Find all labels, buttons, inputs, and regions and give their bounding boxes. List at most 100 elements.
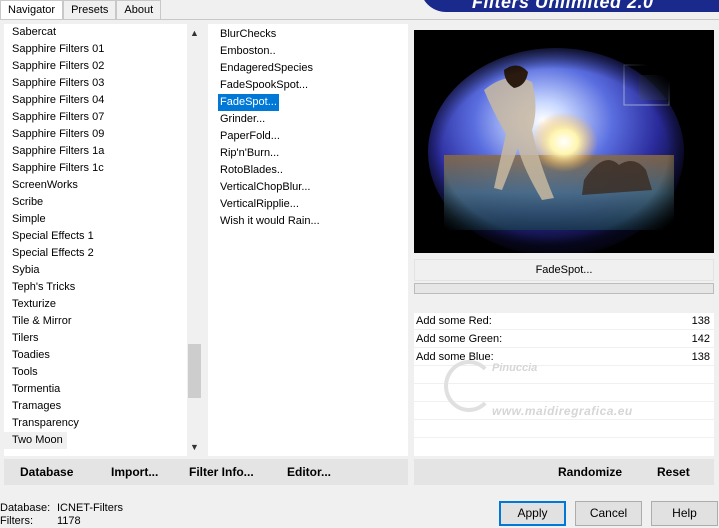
tab-divider bbox=[0, 19, 719, 20]
category-label: Texturize bbox=[12, 298, 57, 310]
filter-list-item[interactable]: EndageredSpecies bbox=[218, 60, 315, 77]
category-list-item[interactable]: Tools bbox=[4, 364, 185, 381]
category-label: Toadies bbox=[12, 349, 50, 361]
category-list-item[interactable]: Sapphire Filters 01 bbox=[4, 41, 185, 58]
help-button[interactable]: Help bbox=[651, 501, 718, 526]
category-list-item[interactable]: Sybia bbox=[4, 262, 185, 279]
cancel-button[interactable]: Cancel bbox=[575, 501, 642, 526]
category-label: Sapphire Filters 02 bbox=[12, 60, 105, 72]
filter-list-item[interactable]: RotoBlades.. bbox=[218, 162, 285, 179]
category-list-item[interactable]: ScreenWorks bbox=[4, 177, 185, 194]
app-banner: Filters Unlimited 2.0 bbox=[412, 0, 719, 12]
filter-list-item[interactable]: BlurChecks bbox=[218, 26, 278, 43]
category-list-item[interactable]: Sapphire Filters 1a bbox=[4, 143, 185, 160]
tab-presets[interactable]: Presets bbox=[63, 0, 117, 19]
import-button[interactable]: Import... bbox=[111, 465, 158, 479]
control-label-red: Add some Red: bbox=[416, 315, 492, 327]
category-list-item[interactable]: Simple bbox=[4, 211, 185, 228]
filter-list-panel: BlurChecks Emboston.. EndageredSpecies Fade… bbox=[208, 24, 408, 456]
filter-list-item[interactable]: Emboston.. bbox=[218, 43, 278, 60]
editor-button[interactable]: Editor... bbox=[287, 465, 331, 479]
filter-list-item[interactable]: VerticalRipplie... bbox=[218, 196, 301, 213]
category-list-item[interactable]: Sapphire Filters 02 bbox=[4, 58, 185, 75]
category-label: Sapphire Filters 03 bbox=[12, 77, 105, 89]
category-label: Sybia bbox=[12, 264, 40, 276]
app-title: Filters Unlimited 2.0 bbox=[472, 0, 654, 12]
filter-list-item[interactable]: Grinder... bbox=[218, 111, 267, 128]
control-value-blue[interactable]: 138 bbox=[692, 351, 710, 363]
filter-list-item-selected[interactable]: FadeSpot... bbox=[218, 94, 279, 111]
category-label: Sapphire Filters 04 bbox=[12, 94, 105, 106]
category-label: Sapphire Filters 07 bbox=[12, 111, 105, 123]
progress-bar bbox=[414, 283, 714, 294]
filter-list-item[interactable]: PaperFold... bbox=[218, 128, 282, 145]
filter-list-item[interactable]: Wish it would Rain... bbox=[218, 213, 322, 230]
database-label: Database: bbox=[0, 502, 51, 514]
category-list-item[interactable]: Sapphire Filters 03 bbox=[4, 75, 185, 92]
database-button[interactable]: Database bbox=[20, 465, 73, 479]
category-list-panel: Sabercat Sapphire Filters 01 Sapphire Filt… bbox=[4, 24, 202, 456]
category-list-item[interactable]: Sapphire Filters 1c bbox=[4, 160, 185, 177]
control-row-empty bbox=[414, 421, 714, 438]
filter-list-item[interactable]: FadeSpookSpot... bbox=[218, 77, 310, 94]
control-row-green[interactable]: Add some Green: 142 bbox=[414, 331, 714, 348]
category-list-item[interactable]: Sapphire Filters 09 bbox=[4, 126, 185, 143]
category-list-item[interactable]: Scribe bbox=[4, 194, 185, 211]
category-list-item[interactable]: Toadies bbox=[4, 347, 185, 364]
tab-navigator[interactable]: Navigator bbox=[0, 0, 64, 20]
tab-strip: Navigator Presets About bbox=[0, 0, 162, 20]
watermark-swirl-icon bbox=[444, 360, 494, 412]
apply-button[interactable]: Apply bbox=[499, 501, 566, 526]
preview-image bbox=[414, 30, 714, 253]
randomize-button[interactable]: Randomize bbox=[558, 465, 622, 479]
category-list-item[interactable]: Sapphire Filters 07 bbox=[4, 109, 185, 126]
reset-button[interactable]: Reset bbox=[657, 465, 690, 479]
category-list-item[interactable]: Texturize bbox=[4, 296, 185, 313]
filters-count-label: Filters: bbox=[0, 515, 33, 527]
category-label: Simple bbox=[12, 213, 46, 225]
category-scrollbar[interactable]: ▲ ▼ bbox=[187, 24, 202, 456]
filter-info-button[interactable]: Filter Info... bbox=[189, 465, 254, 479]
preview-artwork bbox=[414, 30, 714, 253]
category-list-item[interactable]: Tile & Mirror bbox=[4, 313, 185, 330]
category-label: Sapphire Filters 09 bbox=[12, 128, 105, 140]
filter-name-display: FadeSpot... bbox=[414, 259, 714, 281]
tab-about[interactable]: About bbox=[116, 0, 162, 19]
category-label: Special Effects 1 bbox=[12, 230, 94, 242]
filter-list-item[interactable]: VerticalChopBlur... bbox=[218, 179, 313, 196]
filters-count-value: 1178 bbox=[57, 515, 81, 527]
category-label: Special Effects 2 bbox=[12, 247, 94, 259]
category-list: Sabercat Sapphire Filters 01 Sapphire Filt… bbox=[4, 24, 185, 449]
category-list-item[interactable]: Special Effects 2 bbox=[4, 245, 185, 262]
category-list-item[interactable]: Tramages bbox=[4, 398, 185, 415]
scrollbar-thumb[interactable] bbox=[188, 344, 201, 398]
watermark-name: Pinuccia bbox=[492, 362, 538, 374]
watermark-site: www.maidiregrafica.eu bbox=[492, 404, 633, 418]
category-label: Sapphire Filters 01 bbox=[12, 43, 105, 55]
category-label: ScreenWorks bbox=[12, 179, 78, 191]
category-list-item[interactable]: Transparency bbox=[4, 415, 185, 432]
filter-list-item[interactable]: Rip'n'Burn... bbox=[218, 145, 281, 162]
category-list-item[interactable]: Teph's Tricks bbox=[4, 279, 185, 296]
category-list-item[interactable]: Two Moon bbox=[4, 432, 185, 449]
category-label: Tramages bbox=[12, 400, 62, 412]
category-label: Transparency bbox=[12, 417, 79, 429]
database-value: ICNET-Filters bbox=[57, 502, 123, 514]
category-list-item[interactable]: Sabercat bbox=[4, 24, 185, 41]
control-row-red[interactable]: Add some Red: 138 bbox=[414, 313, 714, 330]
category-list-item[interactable]: Tilers bbox=[4, 330, 185, 347]
category-label: Tools bbox=[12, 366, 38, 378]
category-label: Tilers bbox=[12, 332, 39, 344]
category-list-item[interactable]: Sapphire Filters 04 bbox=[4, 92, 185, 109]
control-label-green: Add some Green: bbox=[416, 333, 503, 345]
watermark: Pinuccia www.maidiregrafica.eu bbox=[440, 360, 660, 420]
scroll-up-arrow-icon[interactable]: ▲ bbox=[187, 26, 202, 41]
category-list-item[interactable]: Special Effects 1 bbox=[4, 228, 185, 245]
control-value-red[interactable]: 138 bbox=[692, 315, 710, 327]
control-value-green[interactable]: 142 bbox=[692, 333, 710, 345]
category-label: Tile & Mirror bbox=[12, 315, 72, 327]
category-label: Two Moon bbox=[4, 432, 67, 449]
category-list-item[interactable]: Tormentia bbox=[4, 381, 185, 398]
category-label: Sabercat bbox=[12, 26, 57, 38]
scroll-down-arrow-icon[interactable]: ▼ bbox=[187, 440, 202, 455]
